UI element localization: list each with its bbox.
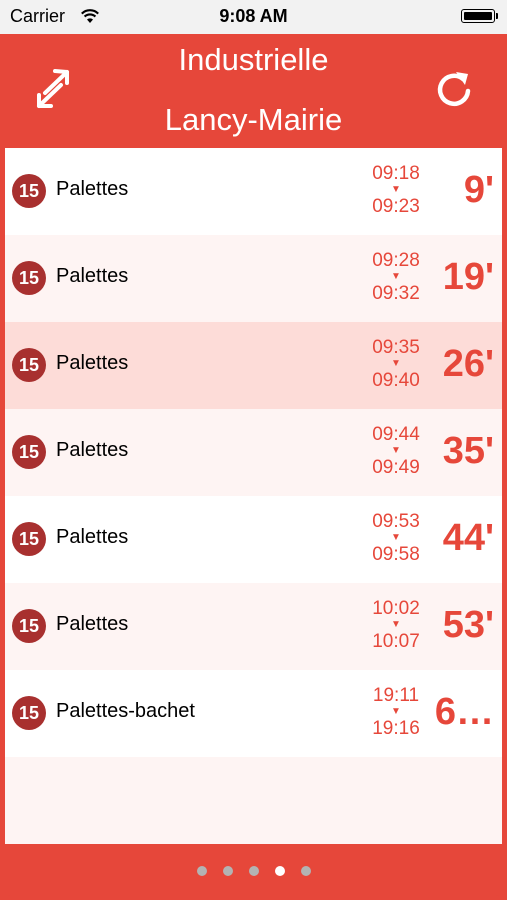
down-arrow-icon: ▼ — [391, 532, 401, 543]
page-dot[interactable] — [248, 866, 259, 876]
destination-label: Palettes — [56, 352, 129, 374]
arrival-time: 09:58 — [372, 544, 420, 565]
destination-label: Palettes — [56, 178, 129, 200]
line-badge: 15 — [12, 696, 46, 730]
departure-time: 19:11 — [372, 685, 420, 706]
arrival-time: 09:49 — [372, 457, 420, 478]
arrival-time: 09:23 — [372, 196, 420, 217]
times: 09:53 ▼ 09:58 — [360, 512, 432, 566]
times: 10:02 ▼ 10:07 — [360, 599, 432, 653]
connection-row[interactable]: 15 Palettes 09:28 ▼ 09:32 19' — [5, 235, 502, 322]
connection-row[interactable]: 15 Palettes-bachet 19:11 ▼ 19:16 6… — [5, 670, 502, 757]
minutes-until-departure: 19' — [442, 256, 494, 298]
destination-label: Palettes — [56, 439, 129, 461]
connection-row[interactable]: 15 Palettes 09:35 ▼ 09:40 26' — [5, 322, 502, 409]
arrival-time: 19:16 — [372, 718, 420, 739]
page-indicator — [5, 866, 502, 876]
connection-row[interactable]: 15 Palettes 09:18 ▼ 09:23 9' — [5, 148, 502, 235]
minutes-until-departure: 44' — [442, 517, 494, 559]
times: 19:11 ▼ 19:16 — [360, 686, 432, 740]
destination-label: Palettes-bachet — [56, 700, 195, 722]
destination-label: Palettes — [56, 265, 129, 287]
status-bar: Carrier 9:08 AM — [0, 0, 507, 34]
footer — [5, 844, 502, 896]
line-badge: 15 — [12, 174, 46, 208]
minutes-until-departure: 9' — [463, 169, 494, 211]
battery-icon — [461, 9, 498, 23]
refresh-button[interactable] — [433, 70, 475, 112]
departure-time: 10:02 — [372, 598, 420, 619]
down-arrow-icon: ▼ — [391, 445, 401, 456]
arrival-time: 10:07 — [372, 631, 420, 652]
destination-label: Palettes — [56, 613, 129, 635]
down-arrow-icon: ▼ — [391, 184, 401, 195]
connection-row[interactable]: 15 Palettes 09:53 ▼ 09:58 44' — [5, 496, 502, 583]
minutes-until-departure: 53' — [442, 604, 494, 646]
timetable-card: Industrielle Lancy-Mairie 15 Palettes 09:1… — [5, 36, 502, 896]
departure-time: 09:53 — [372, 511, 420, 532]
clock: 9:08 AM — [219, 6, 288, 26]
departure-time: 09:18 — [372, 163, 420, 184]
times: 09:18 ▼ 09:23 — [360, 164, 432, 218]
page-dot[interactable] — [274, 866, 285, 876]
departure-time: 09:28 — [372, 250, 420, 271]
page-dot[interactable] — [196, 866, 207, 876]
minutes-until-departure: 35' — [442, 430, 494, 472]
connection-list: 15 Palettes 09:18 ▼ 09:23 9' 15 Palettes 09:28 ▼ 0… — [5, 148, 502, 848]
from-stop: Industrielle — [178, 42, 329, 77]
departure-time: 09:35 — [372, 337, 420, 358]
down-arrow-icon: ▼ — [391, 619, 401, 630]
to-stop: Lancy-Mairie — [164, 102, 343, 137]
line-badge: 15 — [12, 348, 46, 382]
line-badge: 15 — [12, 261, 46, 295]
times: 09:44 ▼ 09:49 — [360, 425, 432, 479]
down-arrow-icon: ▼ — [391, 271, 401, 282]
destination-label: Palettes — [56, 526, 129, 548]
minutes-until-departure: 26' — [442, 343, 494, 385]
connection-row[interactable]: 15 Palettes 10:02 ▼ 10:07 53' — [5, 583, 502, 670]
connection-row[interactable]: 15 Palettes 09:44 ▼ 09:49 35' — [5, 409, 502, 496]
header: Industrielle Lancy-Mairie — [5, 36, 502, 148]
down-arrow-icon: ▼ — [391, 706, 401, 717]
page-dot[interactable] — [222, 866, 233, 876]
arrival-time: 09:40 — [372, 370, 420, 391]
arrival-time: 09:32 — [372, 283, 420, 304]
line-badge: 15 — [12, 522, 46, 556]
down-arrow-icon: ▼ — [391, 358, 401, 369]
times: 09:35 ▼ 09:40 — [360, 338, 432, 392]
line-badge: 15 — [12, 609, 46, 643]
page-dot[interactable] — [300, 866, 311, 876]
minutes-until-departure: 6… — [434, 691, 494, 733]
times: 09:28 ▼ 09:32 — [360, 251, 432, 305]
departure-time: 09:44 — [372, 424, 420, 445]
line-badge: 15 — [12, 435, 46, 469]
